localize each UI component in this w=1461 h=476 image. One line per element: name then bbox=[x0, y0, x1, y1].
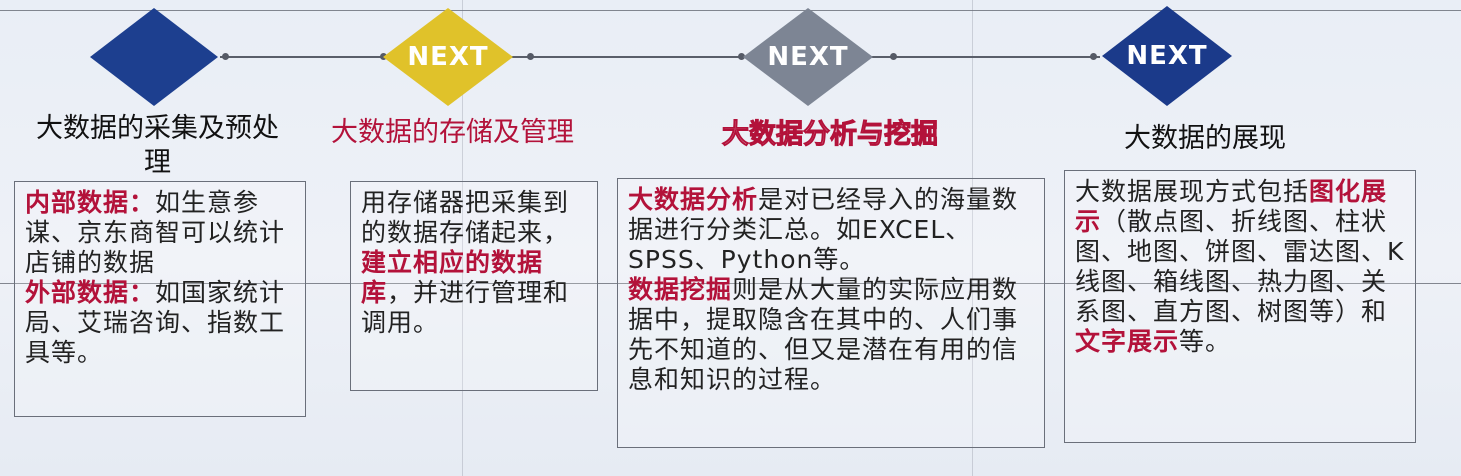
text-display-highlight: 文字展示 bbox=[1075, 327, 1180, 356]
display-text: 大数据展现方式包括 bbox=[1075, 177, 1310, 206]
diamond-label: NEXT bbox=[1126, 41, 1208, 71]
data-analysis-label: 大数据分析 bbox=[628, 185, 759, 214]
step-2-diamond: NEXT bbox=[383, 8, 513, 106]
display-text-end: 等。 bbox=[1179, 327, 1232, 356]
diamond-label: NEXT bbox=[767, 42, 849, 72]
step-1-title: 大数据的采集及预处理 bbox=[36, 113, 279, 178]
storage-text-end: ，并进行管理和调用。 bbox=[361, 278, 570, 337]
connector-2-3 bbox=[510, 56, 750, 58]
connector-3-4 bbox=[870, 56, 1100, 58]
connector-dot bbox=[527, 53, 534, 60]
external-data-label: 外部数据： bbox=[25, 278, 156, 307]
connector-1-2 bbox=[220, 56, 390, 58]
chart-types-text: （散点图、折线图、柱状图、地图、饼图、雷达图、K线图、箱线图、热力图、关系图、直… bbox=[1075, 207, 1405, 326]
connector-dot bbox=[222, 53, 229, 60]
step-1-diamond bbox=[90, 8, 218, 106]
step-1-description-box: 内部数据：如生意参谋、京东商智可以统计店铺的数据 外部数据：如国家统计局、艾瑞咨… bbox=[14, 181, 306, 417]
step-4-title: 大数据的展现 bbox=[1124, 123, 1286, 154]
diamond-label: NEXT bbox=[407, 42, 489, 72]
step-3-title: 大数据分析与挖掘 bbox=[722, 119, 939, 151]
screen-seam-top bbox=[0, 10, 1461, 11]
step-2-description-box: 用存储器把采集到的数据存储起来，建立相应的数据库，并进行管理和调用。 bbox=[350, 181, 598, 391]
step-2-title: 大数据的存储及管理 bbox=[331, 117, 574, 148]
data-mining-label: 数据挖掘 bbox=[628, 275, 733, 304]
step-3-description-box: 大数据分析是对已经导入的海量数据进行分类汇总。如EXCEL、SPSS、Pytho… bbox=[617, 178, 1045, 448]
connector-dot bbox=[1090, 53, 1097, 60]
step-3-diamond: NEXT bbox=[743, 8, 873, 106]
diamond-shape bbox=[90, 8, 218, 106]
storage-text: 用存储器把采集到的数据存储起来， bbox=[361, 188, 570, 247]
internal-data-label: 内部数据： bbox=[25, 188, 156, 217]
step-4-diamond: NEXT bbox=[1102, 6, 1232, 106]
step-4-description-box: 大数据展现方式包括图化展示（散点图、折线图、柱状图、地图、饼图、雷达图、K线图、… bbox=[1064, 170, 1416, 443]
connector-dot bbox=[890, 53, 897, 60]
